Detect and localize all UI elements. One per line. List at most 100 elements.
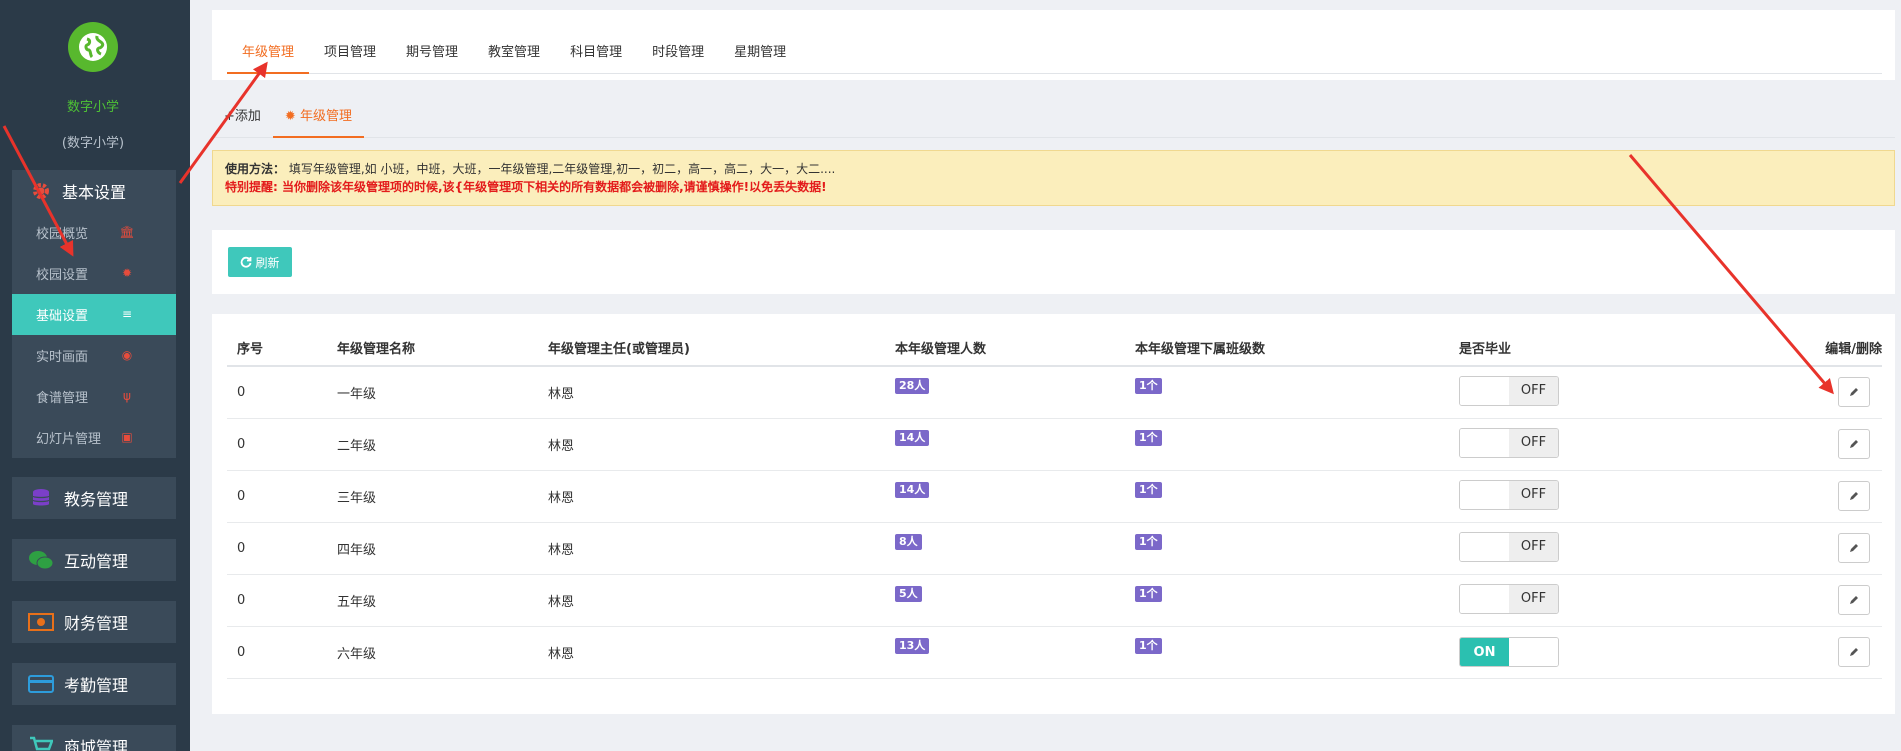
table-header-row: 序号 年级管理名称 年级管理主任(或管理员) 本年级管理人数 本年级管理下属班级… (227, 330, 1882, 367)
cell-classes: 1个 (1125, 418, 1449, 471)
edit-button[interactable] (1838, 533, 1870, 563)
menu-group-shop[interactable]: 商城管理 (12, 725, 176, 751)
switch-track (1460, 428, 1509, 457)
cell-classes: 1个 (1125, 366, 1449, 419)
tab-add[interactable]: +添加 (212, 96, 273, 138)
tab-grade-management[interactable]: 年级管理 (227, 32, 310, 74)
gear-icon: ✹ (284, 109, 300, 124)
sidebar-item-label: 校园概览 (36, 227, 89, 242)
refresh-button[interactable]: 刷新 (228, 247, 292, 277)
edit-button[interactable] (1838, 377, 1870, 408)
pencil-icon (1850, 648, 1858, 656)
cell-graduated: OFF (1449, 574, 1749, 627)
cell-no: 0 (227, 366, 327, 419)
cell-grade-head: 林恩 (538, 626, 885, 679)
graduated-toggle[interactable]: OFF (1459, 479, 1559, 510)
sidebar-item-label: 幻灯片管理 (36, 432, 102, 447)
edit-button[interactable] (1838, 429, 1870, 459)
tab-period-management[interactable]: 时段管理 (637, 32, 719, 74)
toolbar-panel: 刷新 (212, 230, 1895, 294)
wechat-icon (28, 549, 54, 571)
menu-group-academic[interactable]: 教务管理 (12, 477, 176, 519)
tab-weekday-management[interactable]: 星期管理 (719, 32, 801, 74)
edit-button[interactable] (1838, 637, 1870, 667)
switch-off-label: OFF (1509, 480, 1558, 509)
cell-grade-name: 四年级 (327, 522, 538, 575)
pencil-icon (1850, 492, 1858, 500)
sidebar-item-campus-settings[interactable]: 校园设置 ✹ (12, 253, 176, 294)
gear-icon (30, 180, 52, 202)
school-subtitle: (数字小学) (61, 136, 125, 151)
cell-people: 13人 (885, 626, 1125, 679)
graduated-toggle[interactable]: OFF (1459, 375, 1559, 406)
cell-actions (1749, 366, 1882, 419)
classes-badge: 1个 (1135, 534, 1162, 550)
switch-track (1460, 376, 1509, 405)
classes-badge: 1个 (1135, 638, 1162, 654)
people-badge: 13人 (895, 638, 930, 654)
menu-group-interaction[interactable]: 互动管理 (12, 539, 176, 581)
edit-button[interactable] (1838, 481, 1870, 511)
classes-badge: 1个 (1135, 482, 1162, 498)
table-row: 0 四年级 林恩 8人 1个 OFF (227, 522, 1882, 575)
switch-off-label: OFF (1509, 428, 1558, 457)
column-header: 本年级管理人数 (885, 330, 1125, 367)
cell-grade-head: 林恩 (538, 574, 885, 627)
switch-track (1460, 584, 1509, 613)
pencil-icon (1850, 440, 1858, 448)
cell-people: 5人 (885, 574, 1125, 627)
sidebar-item-live-view[interactable]: 实时画面 ◉ (12, 335, 176, 376)
graduated-toggle[interactable]: OFF (1459, 583, 1559, 614)
sidebar-item-slides[interactable]: 幻灯片管理 ▣ (12, 417, 176, 458)
cell-actions (1749, 418, 1882, 471)
menu-group-finance[interactable]: 财务管理 (12, 601, 176, 643)
cell-graduated: OFF (1449, 470, 1749, 523)
sidebar-item-campus-overview[interactable]: 校园概览 🏛 (12, 212, 176, 253)
switch-off-label: OFF (1509, 376, 1558, 405)
database-icon (28, 487, 54, 509)
graduated-toggle[interactable]: OFF (1459, 531, 1559, 562)
tab-classroom-management[interactable]: 教室管理 (473, 32, 555, 74)
switch-track (1460, 532, 1509, 561)
pencil-icon (1850, 388, 1858, 397)
cell-no: 0 (227, 574, 327, 627)
tab-project-management[interactable]: 项目管理 (309, 32, 391, 74)
cell-people: 8人 (885, 522, 1125, 575)
edit-button[interactable] (1838, 585, 1870, 615)
graduated-toggle[interactable]: OFF (1459, 427, 1559, 458)
tab-term-management[interactable]: 期号管理 (391, 32, 473, 74)
pencil-icon (1850, 596, 1858, 604)
warning-text: 特别提醒: 当你删除该年级管理项的时候,该{年级管理项下相关的所有数据都会被删除… (225, 180, 827, 194)
grade-table: 序号 年级管理名称 年级管理主任(或管理员) 本年级管理人数 本年级管理下属班级… (227, 330, 1882, 679)
tab-grade-list-label: 年级管理 (299, 109, 352, 124)
sidebar-item-basic-settings[interactable]: 基础设置 ≡ (12, 294, 176, 335)
cell-actions (1749, 574, 1882, 627)
column-header: 编辑/删除 (1749, 330, 1882, 367)
tab-subject-management[interactable]: 科目管理 (555, 32, 637, 74)
menu-group-attendance[interactable]: 考勤管理 (12, 663, 176, 705)
cell-grade-name: 五年级 (327, 574, 538, 627)
menu-group-label: 教务管理 (64, 490, 129, 509)
cell-graduated: ON (1449, 626, 1749, 679)
menu-head-basic[interactable]: 基本设置 (12, 170, 176, 212)
school-name: 数字小学 (66, 100, 119, 115)
refresh-icon (241, 256, 252, 268)
tab-grade-list[interactable]: ✹ 年级管理 (272, 96, 364, 138)
cell-grade-name: 二年级 (327, 418, 538, 471)
cell-no: 0 (227, 522, 327, 575)
sidebar-item-recipes[interactable]: 食谱管理 ψ (12, 376, 176, 417)
graduated-toggle[interactable]: ON (1459, 637, 1559, 667)
table-row: 0 五年级 林恩 5人 1个 OFF (227, 574, 1882, 627)
cell-grade-name: 三年级 (327, 470, 538, 523)
column-header: 序号 (227, 330, 327, 367)
sidebar-item-label: 实时画面 (36, 350, 89, 365)
refresh-label: 刷新 (255, 255, 280, 270)
cell-graduated: OFF (1449, 522, 1749, 575)
globe-icon (79, 33, 107, 61)
column-header: 本年级管理下属班级数 (1125, 330, 1449, 367)
gear-icon: ✹ (121, 266, 133, 280)
classes-badge: 1个 (1135, 378, 1162, 395)
people-badge: 28人 (895, 378, 930, 395)
menu-head-label: 基本设置 (62, 183, 127, 202)
cell-people: 14人 (885, 418, 1125, 471)
